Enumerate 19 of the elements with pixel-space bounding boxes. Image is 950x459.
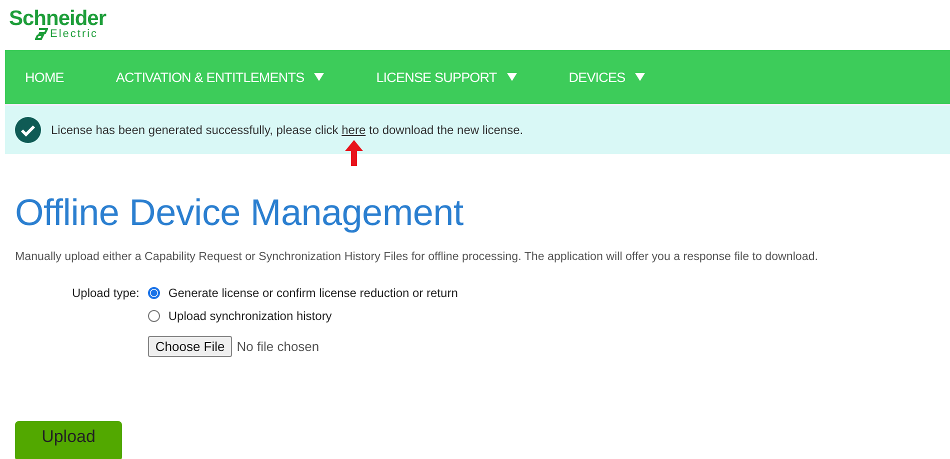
caret-icon [635,73,646,81]
radio-label[interactable]: Generate license or confirm license reduction or return [168,285,458,301]
success-message: License has been generated successfully, please click here to download the new license. [51,123,524,137]
page-title: Offline Device Management [15,192,464,234]
description-text: Manually upload either a Capability Request or Synchronization History Files for offline processing. The application will offer you a response file to download. [15,250,819,263]
radio-button[interactable] [148,310,160,322]
logo-subtitle: Electric [50,28,98,40]
download-link[interactable]: here [342,123,366,137]
file-status-text: No file chosen [236,339,320,354]
caret-icon [506,73,517,81]
radio-button[interactable] [148,287,160,299]
upload-button[interactable]: Upload [15,421,122,459]
upload-type-label: Upload type: [72,285,140,302]
caret-icon [314,73,324,81]
radio-label[interactable]: Upload synchronization history [168,308,332,324]
choose-file-button[interactable]: Choose File [148,336,232,357]
logo-wordmark: Schneider [9,8,108,29]
check-circle-icon [15,117,41,143]
logo-icon [35,28,48,40]
